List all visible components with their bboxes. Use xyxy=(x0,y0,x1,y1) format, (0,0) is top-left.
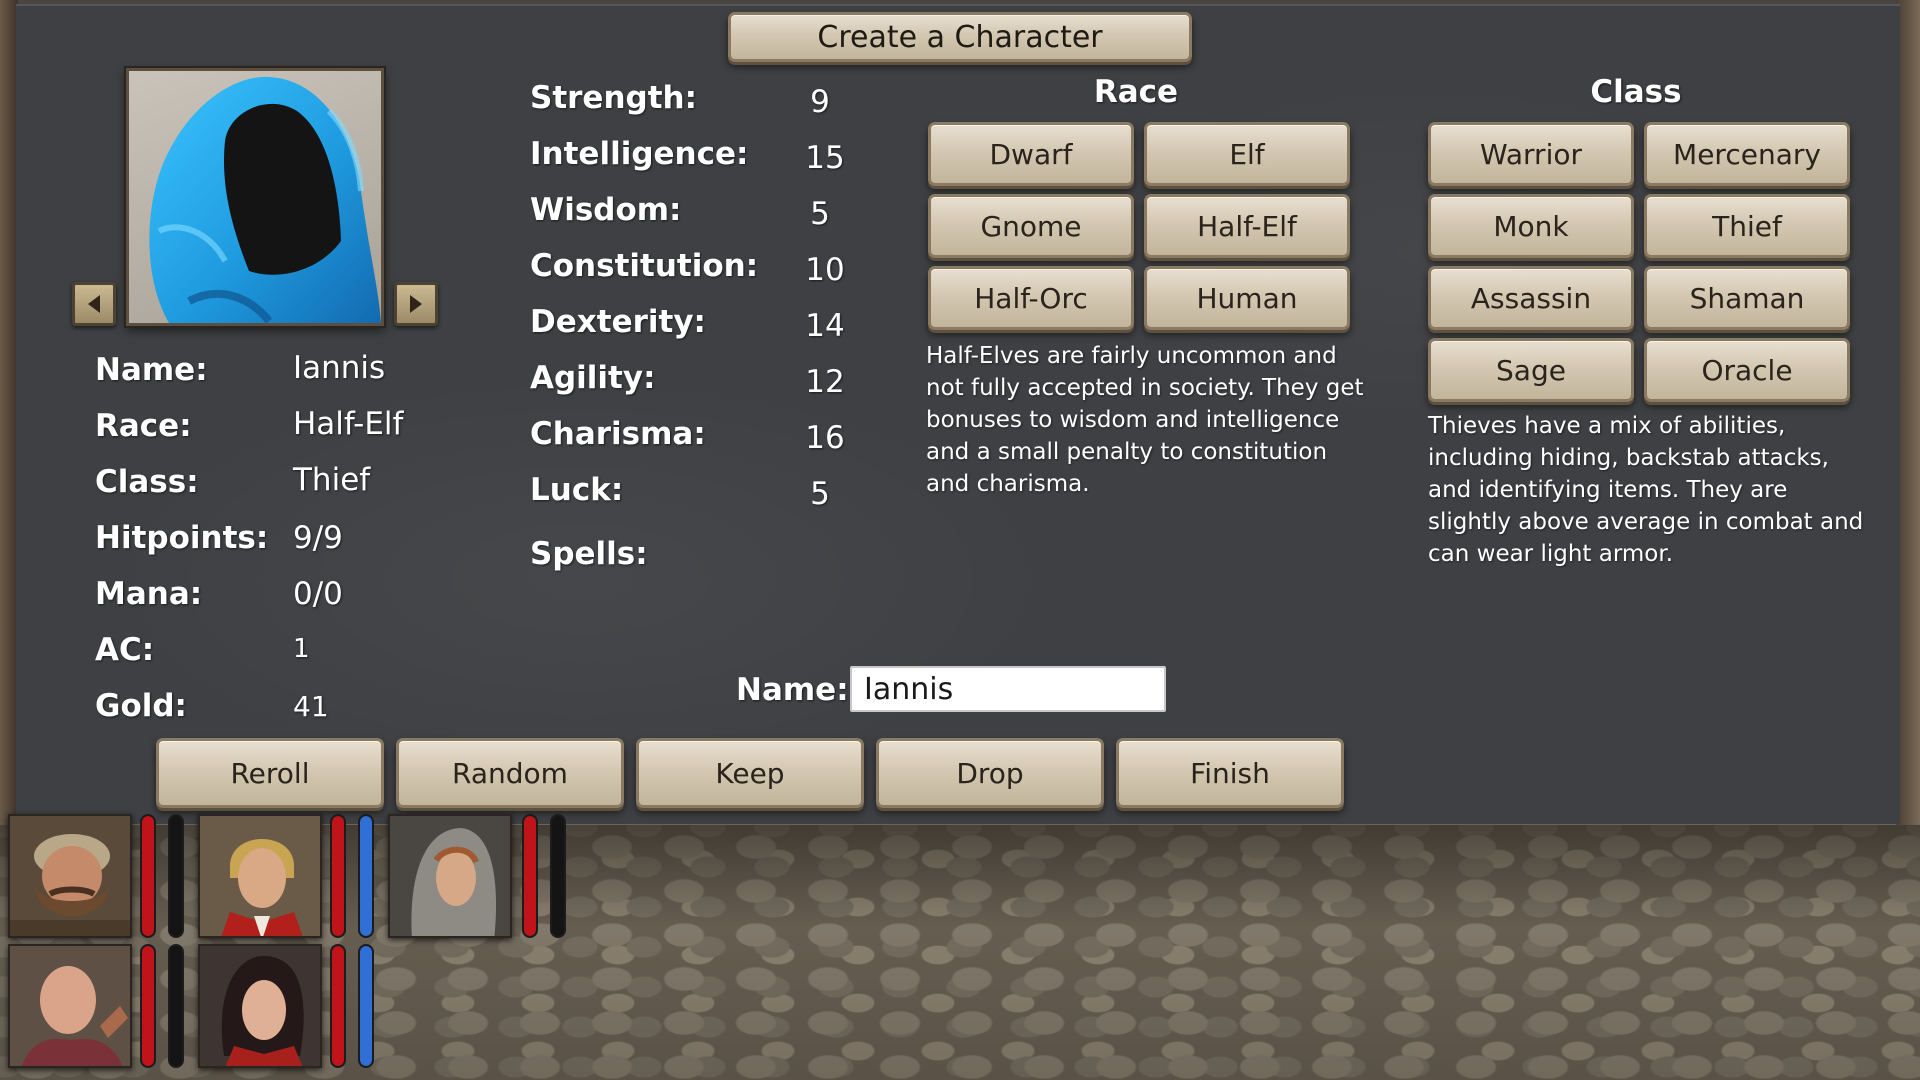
stat-luck-label: Luck: xyxy=(530,472,624,508)
party-3-hp-bar xyxy=(522,814,538,938)
party-slot-3[interactable] xyxy=(388,814,512,938)
race-option-half-elf[interactable]: Half-Elf xyxy=(1144,194,1350,258)
class-description: Thieves have a mix of abilities, includi… xyxy=(1428,413,1864,567)
bald-man-portrait xyxy=(10,946,130,1066)
party-3-mana-bar xyxy=(550,814,566,938)
class-option-warrior[interactable]: Warrior xyxy=(1428,122,1634,186)
party-1-hp-bar xyxy=(140,814,156,938)
race-option-dwarf[interactable]: Dwarf xyxy=(928,122,1134,186)
keep-button[interactable]: Keep xyxy=(636,738,864,808)
stat-strength-value: 9 xyxy=(810,84,830,120)
class-option-shaman[interactable]: Shaman xyxy=(1644,266,1850,330)
party-5-mana-bar xyxy=(358,944,374,1068)
stat-dexterity-value: 14 xyxy=(805,308,845,344)
info-ac-value: 1 xyxy=(293,634,310,664)
party-slot-2[interactable] xyxy=(198,814,322,938)
info-race-value: Half-Elf xyxy=(293,406,404,442)
stat-constitution-label: Constitution: xyxy=(530,248,759,284)
stat-agility-label: Agility: xyxy=(530,360,656,396)
stat-wisdom-value: 5 xyxy=(810,196,830,232)
info-name-value: Iannis xyxy=(293,350,386,386)
info-name-label: Name: xyxy=(95,352,208,388)
class-option-mercenary[interactable]: Mercenary xyxy=(1644,122,1850,186)
hooded-woman-portrait xyxy=(390,816,510,936)
stat-charisma-value: 16 xyxy=(805,420,845,456)
random-button[interactable]: Random xyxy=(396,738,624,808)
info-race-label: Race: xyxy=(95,408,192,444)
info-mana-value: 0/0 xyxy=(293,576,343,612)
name-input[interactable] xyxy=(850,666,1166,712)
party-1-mana-bar xyxy=(168,814,184,938)
arrow-right-icon xyxy=(410,295,422,313)
info-class-value: Thief xyxy=(293,462,371,498)
info-gold-value: 41 xyxy=(293,690,329,723)
info-gold-label: Gold: xyxy=(95,688,187,724)
party-slot-1[interactable] xyxy=(8,814,132,938)
window-title: Create a Character xyxy=(728,12,1192,62)
name-field-label: Name: xyxy=(736,672,849,708)
blonde-man-portrait xyxy=(200,816,320,936)
drop-button[interactable]: Drop xyxy=(876,738,1104,808)
stat-luck-value: 5 xyxy=(810,476,830,512)
stat-charisma-label: Charisma: xyxy=(530,416,706,452)
race-option-half-orc[interactable]: Half-Orc xyxy=(928,266,1134,330)
arrow-left-icon xyxy=(88,295,100,313)
stat-strength-label: Strength: xyxy=(530,80,698,116)
portrait-prev-button[interactable] xyxy=(72,282,116,326)
party-2-mana-bar xyxy=(358,814,374,938)
stat-agility-value: 12 xyxy=(805,364,845,400)
class-option-sage[interactable]: Sage xyxy=(1428,338,1634,402)
class-option-oracle[interactable]: Oracle xyxy=(1644,338,1850,402)
stat-dexterity-label: Dexterity: xyxy=(530,304,706,340)
spells-label: Spells: xyxy=(530,536,648,572)
stat-constitution-value: 10 xyxy=(805,252,845,288)
party-2-hp-bar xyxy=(330,814,346,938)
reroll-button[interactable]: Reroll xyxy=(156,738,384,808)
party-4-hp-bar xyxy=(140,944,156,1068)
race-option-elf[interactable]: Elf xyxy=(1144,122,1350,186)
dwarf-portrait xyxy=(10,816,130,936)
class-option-assassin[interactable]: Assassin xyxy=(1428,266,1634,330)
info-ac-label: AC: xyxy=(95,632,155,668)
blue-hooded-figure-portrait xyxy=(149,76,381,323)
race-option-human[interactable]: Human xyxy=(1144,266,1350,330)
stat-intelligence-label: Intelligence: xyxy=(530,136,749,172)
party-4-mana-bar xyxy=(168,944,184,1068)
party-slot-5[interactable] xyxy=(198,944,322,1068)
finish-button[interactable]: Finish xyxy=(1116,738,1344,808)
class-option-thief[interactable]: Thief xyxy=(1644,194,1850,258)
info-hitpoints-label: Hitpoints: xyxy=(95,520,269,556)
party-5-hp-bar xyxy=(330,944,346,1068)
portrait-frame xyxy=(126,68,384,326)
dark-haired-woman-portrait xyxy=(200,946,320,1066)
info-mana-label: Mana: xyxy=(95,576,203,612)
race-option-gnome[interactable]: Gnome xyxy=(928,194,1134,258)
info-class-label: Class: xyxy=(95,464,199,500)
stat-intelligence-value: 15 xyxy=(805,140,845,176)
race-heading: Race xyxy=(1093,74,1179,110)
party-slot-4[interactable] xyxy=(8,944,132,1068)
class-heading: Class xyxy=(1590,74,1682,110)
class-option-monk[interactable]: Monk xyxy=(1428,194,1634,258)
portrait-next-button[interactable] xyxy=(394,282,438,326)
stat-wisdom-label: Wisdom: xyxy=(530,192,682,228)
race-description: Half-Elves are fairly uncommon and not f… xyxy=(926,343,1364,497)
info-hitpoints-value: 9/9 xyxy=(293,520,343,556)
